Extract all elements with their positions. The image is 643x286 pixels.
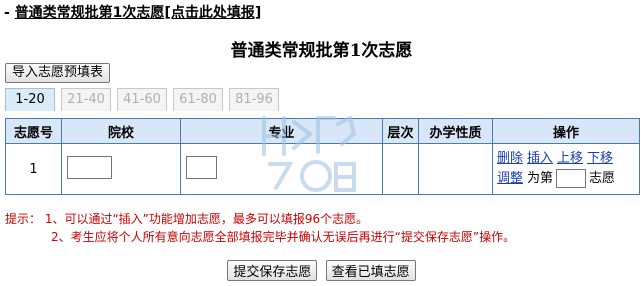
col-header-nature: 办学性质 — [418, 118, 493, 144]
tab-81-96[interactable]: 81-96 — [229, 88, 279, 111]
insert-link[interactable]: 插入 — [527, 151, 553, 166]
major-code-input[interactable] — [186, 155, 217, 179]
tab-61-80[interactable]: 61-80 — [173, 88, 223, 111]
nature-cell — [418, 143, 493, 195]
school-cell — [61, 143, 181, 195]
batch-section-link[interactable]: 普通类常规批第1次志愿 — [15, 5, 165, 21]
batch-prefix: - — [4, 5, 15, 21]
submit-save-button[interactable]: 提交保存志愿 — [227, 260, 318, 281]
col-header-number: 志愿号 — [5, 118, 62, 144]
click-to-fill-link[interactable]: [点击此处填报] — [164, 5, 261, 21]
adjust-link[interactable]: 调整 — [497, 171, 523, 186]
level-cell — [382, 143, 419, 195]
bottom-actions: 提交保存志愿 查看已填志愿 — [0, 260, 643, 281]
tab-21-40[interactable]: 21-40 — [61, 88, 111, 111]
row-number: 1 — [5, 143, 62, 195]
col-header-major: 专业 — [180, 118, 383, 144]
position-suffix: 志愿 — [589, 171, 616, 186]
major-cell — [180, 143, 383, 195]
page-title: 普通类常规批第1次志愿 — [230, 41, 413, 61]
move-down-link[interactable]: 下移 — [587, 151, 613, 166]
col-header-level: 层次 — [382, 118, 419, 144]
tip-line-2: 2、考生应将个人所有意向志愿全部填报完毕并确认无误后再进行“提交保存志愿”操作。 — [51, 230, 516, 244]
view-filled-button[interactable]: 查看已填志愿 — [325, 260, 416, 281]
range-tabs: 1-20 21-40 41-60 61-80 81-96 — [5, 88, 285, 111]
school-code-input[interactable] — [67, 155, 112, 179]
tab-1-20[interactable]: 1-20 — [5, 88, 55, 111]
tip-line-1: 提示： 1、可以通过“插入”功能增加志愿，最多可以填报96个志愿。 — [5, 212, 369, 226]
col-header-school: 院校 — [61, 118, 181, 144]
batch-link-bar: - 普通类常规批第1次志愿[点击此处填报] — [4, 2, 261, 22]
position-prefix: 为第 — [527, 171, 554, 186]
move-up-link[interactable]: 上移 — [557, 151, 583, 166]
import-prefill-button[interactable]: 导入志愿预填表 — [5, 63, 111, 83]
table-row: 1 删除 插入 上移 下移 调整 为第 志愿 — [5, 143, 640, 195]
table-header-row: 志愿号 院校 专业 层次 办学性质 操作 — [5, 118, 640, 144]
col-header-ops: 操作 — [492, 118, 640, 144]
tab-41-60[interactable]: 41-60 — [117, 88, 167, 111]
volunteer-table: 志愿号 院校 专业 层次 办学性质 操作 1 删除 插入 上移 下移 调整 为第… — [5, 118, 640, 195]
tips: 提示： 1、可以通过“插入”功能增加志愿，最多可以填报96个志愿。 2、考生应将… — [5, 210, 515, 246]
position-input[interactable] — [556, 169, 587, 188]
delete-link[interactable]: 删除 — [497, 151, 523, 166]
ops-cell: 删除 插入 上移 下移 调整 为第 志愿 — [492, 143, 640, 195]
